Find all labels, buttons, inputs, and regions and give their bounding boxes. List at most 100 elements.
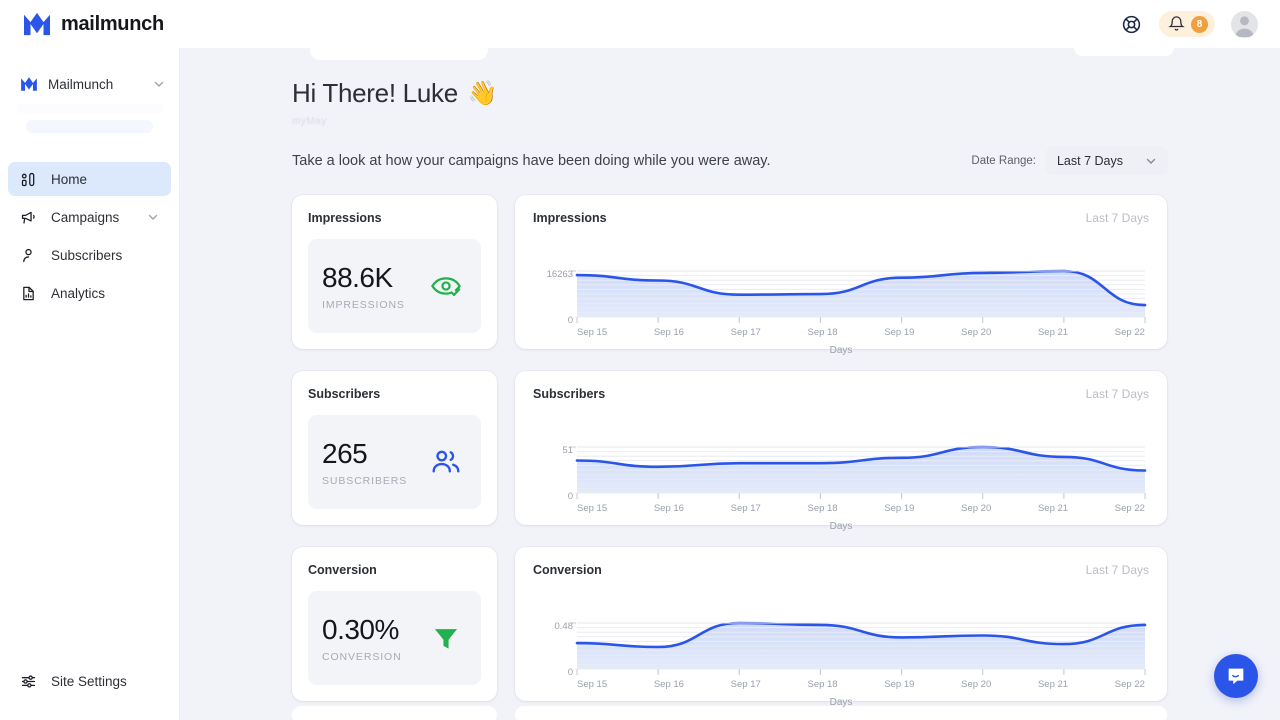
chart-range-label: Last 7 Days [1086, 387, 1149, 401]
sidebar-item-label: Analytics [51, 286, 159, 301]
sidebar-nav: Home Campaigns Subscribers [0, 162, 179, 314]
workspace-name: Mailmunch [48, 77, 143, 92]
x-tick-label: Sep 21 [1038, 503, 1068, 514]
stat-caption: IMPRESSIONS [322, 299, 429, 311]
x-tick-label: Sep 21 [1038, 679, 1068, 690]
x-tick-label: Sep 19 [884, 503, 914, 514]
stat-card-body: 88.6K IMPRESSIONS [308, 239, 481, 333]
document-chart-icon [20, 285, 37, 302]
y-axis-max-label: 16263 [533, 269, 573, 280]
stat-card-body: 265 SUBSCRIBERS [308, 415, 481, 509]
chart-title: Subscribers [533, 387, 1149, 401]
chat-widget-button[interactable] [1214, 654, 1258, 698]
stat-card-title: Conversion [308, 563, 481, 577]
stat-card-title: Subscribers [308, 387, 481, 401]
top-bar: mailmunch 8 [0, 0, 1280, 48]
sidebar-item-label: Site Settings [51, 674, 159, 689]
x-tick-label: Sep 18 [807, 503, 837, 514]
x-axis-labels: Sep 15Sep 16Sep 17Sep 18Sep 19Sep 20Sep … [577, 327, 1145, 338]
y-axis-min-label: 0 [533, 667, 573, 678]
topbar-actions: 8 [1119, 11, 1258, 38]
x-tick-label: Sep 17 [731, 679, 761, 690]
x-tick-label: Sep 19 [884, 679, 914, 690]
x-tick-label: Sep 20 [961, 327, 991, 338]
stat-caption: CONVERSION [322, 651, 429, 663]
stat-value: 88.6K [322, 262, 429, 294]
stat-card-texts: 88.6K IMPRESSIONS [322, 262, 429, 311]
stat-value: 265 [322, 438, 429, 470]
y-axis-min-label: 0 [533, 491, 573, 502]
x-tick-label: Sep 16 [654, 327, 684, 338]
greeting-row: Take a look at how your campaigns have b… [292, 147, 1280, 175]
user-avatar-icon [1231, 11, 1258, 38]
notifications-button[interactable]: 8 [1159, 11, 1215, 37]
stat-card: Conversion 0.30% CONVERSION [292, 547, 497, 701]
x-tick-label: Sep 22 [1115, 327, 1145, 338]
sidebar-item-label: Campaigns [51, 210, 133, 225]
mailmunch-logo-icon [22, 11, 52, 37]
chart-range-label: Last 7 Days [1086, 211, 1149, 225]
x-axis-title: Days [533, 697, 1149, 708]
sidebar-item-campaigns[interactable]: Campaigns [8, 200, 171, 234]
stat-caption: SUBSCRIBERS [322, 475, 429, 487]
stat-icon [429, 445, 463, 479]
chart-title: Impressions [533, 211, 1149, 225]
chart-title: Conversion [533, 563, 1149, 577]
sidebar-item-analytics[interactable]: Analytics [8, 276, 171, 310]
stat-card-body: 0.30% CONVERSION [308, 591, 481, 685]
app-root: mailmunch 8 [0, 0, 1280, 720]
chevron-down-icon [153, 78, 165, 90]
stat-value: 0.30% [322, 614, 429, 646]
sidebar-item-subscribers[interactable]: Subscribers [8, 238, 171, 272]
metrics-rows: Impressions88.6KIMPRESSIONSImpressionsLa… [180, 175, 1280, 701]
x-tick-label: Sep 19 [884, 327, 914, 338]
x-tick-label: Sep 21 [1038, 327, 1068, 338]
greeting-section: Hi There! Luke 👋 myMay Take a look at ho… [180, 48, 1280, 175]
chevron-down-icon [147, 211, 159, 223]
date-range-label: Date Range: [971, 155, 1036, 167]
x-tick-label: Sep 16 [654, 679, 684, 690]
greeting-text: Hi There! Luke [292, 78, 458, 109]
dashboard-icon [20, 171, 37, 188]
x-axis-title: Days [533, 521, 1149, 532]
y-axis-min-label: 0 [533, 315, 573, 326]
main-content: Hi There! Luke 👋 myMay Take a look at ho… [180, 48, 1280, 720]
chart-plot: 162630Sep 15Sep 16Sep 17Sep 18Sep 19Sep … [533, 231, 1149, 343]
sidebar-item-site-settings[interactable]: Site Settings [8, 664, 171, 698]
person-icon [20, 247, 37, 264]
chart-plot: 0.480Sep 15Sep 16Sep 17Sep 18Sep 19Sep 2… [533, 583, 1149, 695]
x-tick-label: Sep 15 [577, 327, 607, 338]
x-tick-label: Sep 22 [1115, 503, 1145, 514]
x-tick-label: Sep 18 [807, 679, 837, 690]
date-range-control: Date Range: Last 7 Days [971, 147, 1168, 175]
x-tick-label: Sep 17 [731, 327, 761, 338]
date-range-select[interactable]: Last 7 Days [1046, 147, 1168, 175]
funnel-icon [429, 621, 463, 655]
chart-card: SubscribersLast 7 Days510Sep 15Sep 16Sep… [515, 371, 1167, 525]
chart-plot: 510Sep 15Sep 16Sep 17Sep 18Sep 19Sep 20S… [533, 407, 1149, 519]
metric-row: Conversion0.30%CONVERSIONConversionLast … [292, 547, 1280, 701]
workspace-logo-icon [20, 76, 38, 92]
stat-card-title: Impressions [308, 211, 481, 225]
sidebar-item-home[interactable]: Home [8, 162, 171, 196]
notification-badge: 8 [1191, 16, 1208, 33]
sidebar-footer: Site Settings [0, 664, 179, 720]
chart-range-label: Last 7 Days [1086, 563, 1149, 577]
stat-card-texts: 0.30% CONVERSION [322, 614, 429, 663]
stat-card: Impressions 88.6K IMPRESSIONS [292, 195, 497, 349]
metric-row: Impressions88.6KIMPRESSIONSImpressionsLa… [292, 195, 1280, 349]
megaphone-icon [20, 209, 37, 226]
chevron-down-icon [1145, 155, 1157, 167]
x-tick-label: Sep 15 [577, 679, 607, 690]
brand-name: mailmunch [61, 13, 164, 36]
waving-hand-icon: 👋 [468, 79, 498, 108]
y-axis-max-label: 51 [533, 445, 573, 456]
page-title: Hi There! Luke 👋 [292, 78, 1280, 109]
x-tick-label: Sep 20 [961, 503, 991, 514]
greeting-subtext: myMay [292, 116, 1280, 127]
workspace-selector[interactable]: Mailmunch [20, 76, 165, 92]
brand-logo[interactable]: mailmunch [22, 11, 164, 37]
avatar[interactable] [1231, 11, 1258, 38]
bell-icon [1168, 15, 1185, 33]
help-button[interactable] [1119, 12, 1143, 36]
